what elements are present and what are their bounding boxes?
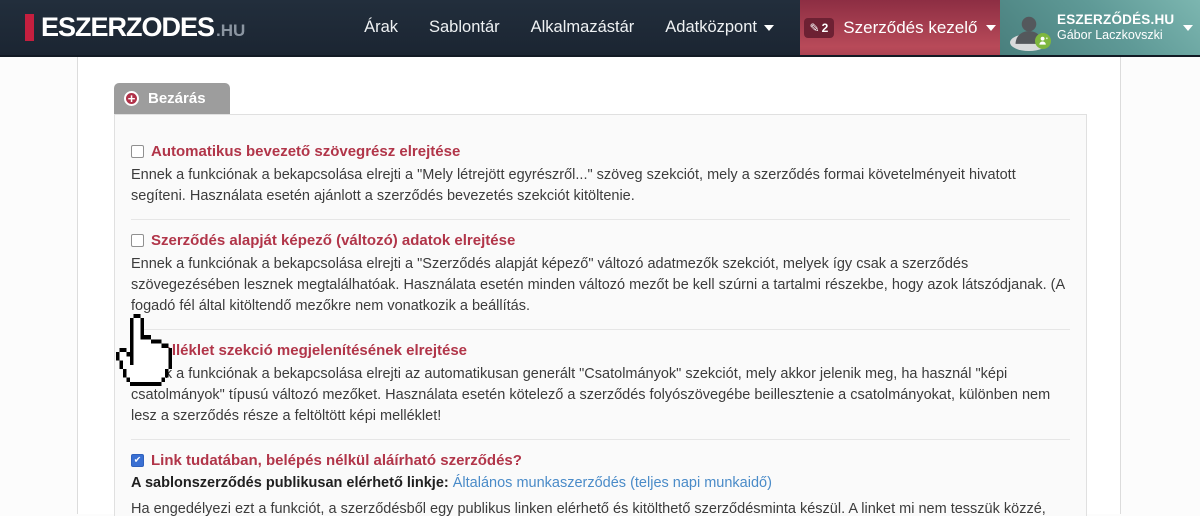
option-link-signable: ✔ Link tudatában, belépés nélkül aláírha… — [131, 439, 1070, 516]
option-label-row[interactable]: ✔ Szerződés alapját képező (változó) ada… — [131, 232, 1070, 249]
public-link-prefix: A sablonszerződés publikusan elérhető li… — [131, 475, 449, 491]
option-description: Ennek a funkciónak a bekapcsolása elrejt… — [131, 254, 1070, 317]
option-label: Automatikus bevezető szövegrész elrejtés… — [151, 143, 460, 160]
content-container: + Bezárás ✔ Automatikus bevezető szövegr… — [77, 57, 1121, 514]
user-org: ESZERZŐDÉS.HU — [1057, 12, 1174, 28]
user-info: ESZERZŐDÉS.HU Gábor Laczkovszki — [1057, 12, 1174, 43]
nav-link-label: Árak — [364, 18, 398, 37]
option-description: Ennek a funkciónak a bekapcsolása elrejt… — [131, 364, 1070, 427]
page-background: + Bezárás ✔ Automatikus bevezető szövegr… — [0, 57, 1200, 514]
nav-link-adatkozpont[interactable]: Adatközpont — [665, 18, 774, 37]
checkbox-hide-intro[interactable]: ✔ — [131, 145, 144, 158]
tab-label: Bezárás — [148, 90, 206, 107]
nav-link-sablontar[interactable]: Sablontár — [429, 18, 500, 37]
tab-bezaras[interactable]: + Bezárás — [114, 83, 230, 114]
nav-link-alkalmazastar[interactable]: Alkalmazástár — [531, 18, 635, 37]
template-contract-link[interactable]: Általános munkaszerződés (teljes napi mu… — [453, 475, 772, 491]
top-navbar: ESZERZODES .HU Árak Sablontár Alkalmazás… — [0, 0, 1200, 57]
checkbox-hide-attachment-section[interactable]: ✔ — [131, 344, 144, 357]
checkbox-link-signable[interactable]: ✔ — [131, 454, 144, 467]
user-plus-badge-icon — [1035, 33, 1051, 49]
avatar — [1010, 9, 1048, 47]
logo-accent-bar — [25, 14, 34, 41]
main-nav: Árak Sablontár Alkalmazástár Adatközpont — [364, 18, 774, 37]
chevron-down-icon — [986, 25, 996, 31]
user-menu[interactable]: ESZERZŐDÉS.HU Gábor Laczkovszki — [1000, 0, 1200, 55]
option-label: Melléklet szekció megjelenítésének elrej… — [151, 342, 467, 359]
option-label: Szerződés alapját képező (változó) adato… — [151, 232, 515, 249]
public-link-row: A sablonszerződés publikusan elérhető li… — [131, 473, 1070, 494]
option-hide-attachment-section: ✔ Melléklet szekció megjelenítésének elr… — [131, 329, 1070, 439]
option-label-row[interactable]: ✔ Link tudatában, belépés nélkül aláírha… — [131, 452, 1070, 469]
logo-text: ESZERZODES — [41, 12, 214, 43]
logo-suffix: .HU — [216, 21, 245, 41]
user-name: Gábor Laczkovszki — [1057, 28, 1174, 43]
nav-link-label: Alkalmazástár — [531, 18, 635, 37]
logo[interactable]: ESZERZODES .HU — [0, 12, 245, 43]
plus-circle-icon: + — [124, 91, 139, 106]
option-description: Ennek a funkciónak a bekapcsolása elrejt… — [131, 165, 1070, 207]
option-description: Ha engedélyezi ezt a funkciót, a szerződ… — [131, 499, 1070, 516]
chevron-down-icon — [764, 25, 774, 31]
nav-link-label: Sablontár — [429, 18, 500, 37]
option-label: Link tudatában, belépés nélkül aláírható… — [151, 452, 522, 469]
pen-icon: ✎ — [810, 22, 820, 34]
badge-count: 2 — [822, 21, 829, 35]
manager-button-label: Szerződés kezelő — [843, 18, 977, 38]
option-hide-intro: ✔ Automatikus bevezető szövegrész elrejt… — [131, 143, 1070, 219]
checkbox-hide-variable-data[interactable]: ✔ — [131, 234, 144, 247]
nav-link-label: Adatközpont — [665, 18, 757, 37]
option-hide-variable-data: ✔ Szerződés alapját képező (változó) ada… — [131, 219, 1070, 329]
contract-manager-button[interactable]: ✎ 2 Szerződés kezelő — [800, 0, 1000, 55]
option-label-row[interactable]: ✔ Melléklet szekció megjelenítésének elr… — [131, 342, 1070, 359]
settings-panel: ✔ Automatikus bevezető szövegrész elrejt… — [114, 114, 1087, 516]
contract-count-badge: ✎ 2 — [804, 18, 835, 38]
check-icon: ✔ — [134, 456, 142, 465]
nav-link-arak[interactable]: Árak — [364, 18, 398, 37]
chevron-down-icon — [1183, 25, 1193, 31]
option-label-row[interactable]: ✔ Automatikus bevezető szövegrész elrejt… — [131, 143, 1070, 160]
